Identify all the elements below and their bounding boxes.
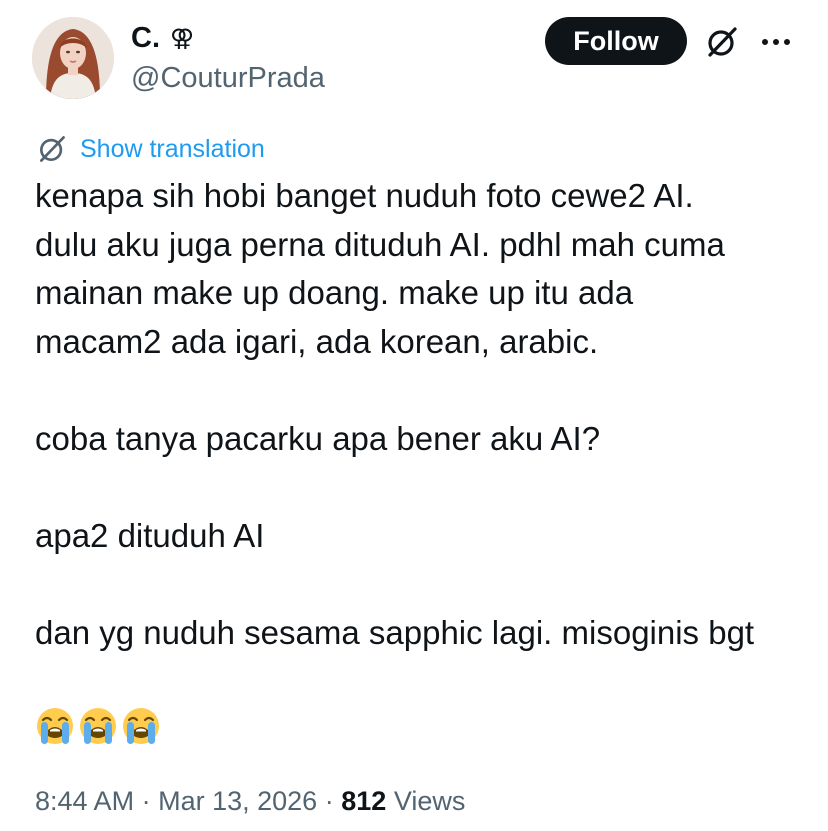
tweet-paragraph: kenapa sih hobi banget nuduh foto cewe2 … [35, 177, 725, 360]
tweet-meta: 8:44 AM · Mar 13, 2026 · 812 Views [35, 783, 465, 819]
emoji-row [35, 706, 161, 746]
loudly-crying-face-icon [123, 708, 159, 744]
grok-icon [708, 27, 737, 57]
avatar-image [32, 17, 114, 99]
tweet-paragraph: apa2 dituduh AI [35, 516, 265, 554]
views-count[interactable]: 812 [341, 786, 386, 816]
follow-button[interactable]: Follow [545, 17, 687, 65]
grok-translate-icon [40, 136, 65, 162]
name-badge-symbol: ⚢ [170, 24, 195, 52]
show-translation-link[interactable]: Show translation [80, 133, 265, 165]
tweet-text: kenapa sih hobi banget nuduh foto cewe2 … [35, 172, 815, 657]
author-handle[interactable]: @CouturPrada [131, 60, 325, 96]
author-display-name[interactable]: C. [131, 20, 160, 56]
meta-separator: · [324, 786, 334, 816]
loudly-crying-face-icon [80, 708, 116, 744]
author-name-row[interactable]: C. ⚢ [131, 20, 194, 56]
more-options-button[interactable] [754, 24, 798, 60]
tweet-time[interactable]: 8:44 AM [35, 786, 134, 816]
tweet-paragraph: dan yg nuduh sesama sapphic lagi. misogi… [35, 613, 755, 651]
tweet-card: C. ⚢ @CouturPrada Follow Show translatio… [0, 0, 828, 831]
translation-row[interactable]: Show translation [36, 133, 265, 165]
views-label: Views [393, 786, 466, 816]
tweet-paragraph: coba tanya pacarku apa bener aku AI? [35, 419, 601, 457]
meta-separator: · [141, 786, 151, 816]
grok-button[interactable] [702, 22, 742, 62]
loudly-crying-face-icon [37, 708, 73, 744]
avatar[interactable] [32, 17, 114, 99]
more-icon [762, 39, 790, 45]
tweet-date[interactable]: Mar 13, 2026 [158, 786, 317, 816]
